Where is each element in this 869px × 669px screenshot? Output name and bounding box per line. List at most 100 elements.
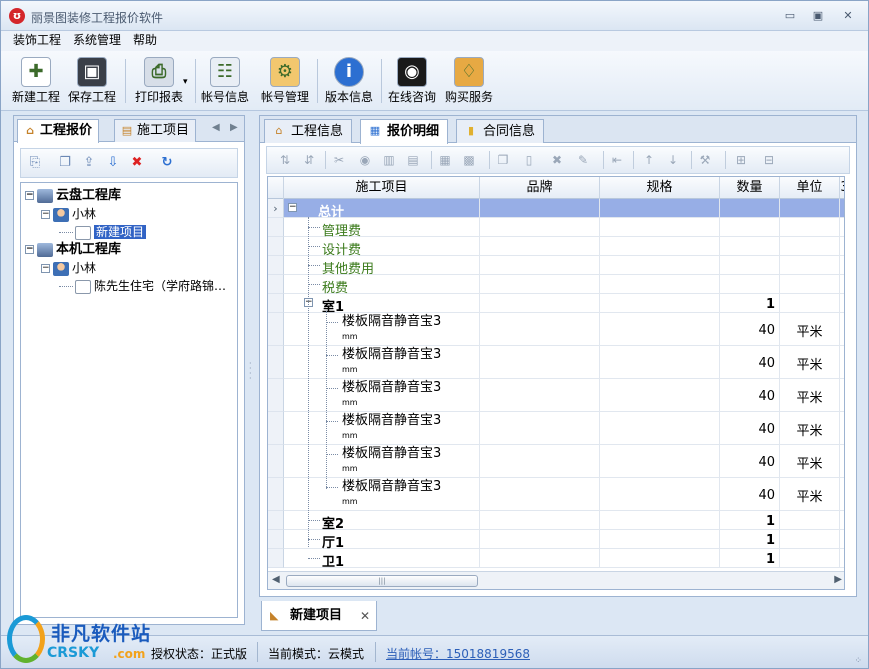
header-brand[interactable]: 品牌 xyxy=(480,177,600,199)
cell-construction-item[interactable]: 楼板隔音静音宝3 mm xyxy=(284,379,480,411)
cell-quantity[interactable] xyxy=(720,256,780,274)
cell-unit[interactable] xyxy=(780,294,840,312)
table-icon[interactable]: ▦ xyxy=(437,152,453,168)
print-dropdown-icon[interactable]: ▾ xyxy=(183,77,188,87)
toolbar-button-account-info[interactable]: ☷ 帐号信息 xyxy=(199,55,251,107)
tab-scroll-right-icon[interactable]: ▶ xyxy=(230,122,238,133)
toolbar-button-qq[interactable]: ◉ 在线咨询 xyxy=(385,55,439,107)
cell-extra[interactable] xyxy=(840,379,844,411)
row-header[interactable] xyxy=(268,445,284,478)
scroll-right-icon[interactable]: ▶ xyxy=(834,574,842,585)
delete-icon[interactable]: ✖ xyxy=(549,152,565,168)
cell-brand[interactable] xyxy=(480,256,600,274)
row-header[interactable] xyxy=(268,346,284,379)
row-header[interactable] xyxy=(268,412,284,445)
table-row[interactable]: − 室1 1 xyxy=(284,294,844,315)
cell-extra[interactable] xyxy=(840,412,844,444)
table-row[interactable]: 卫1 1 xyxy=(284,549,844,570)
cell-spec[interactable] xyxy=(600,549,720,567)
cell-spec[interactable] xyxy=(600,511,720,529)
cell-extra[interactable] xyxy=(840,275,844,293)
cell-unit[interactable] xyxy=(780,218,840,236)
scroll-thumb[interactable]: ||| xyxy=(286,575,478,587)
table-row[interactable]: 楼板隔音静音宝3 mm 40 平米 xyxy=(284,478,844,511)
tools-dropdown-icon[interactable]: ⚒ xyxy=(697,152,713,168)
cell-brand[interactable] xyxy=(480,549,600,567)
toolbar-button-shopping-bag[interactable]: ♢ 购买服务 xyxy=(441,55,497,107)
tab-contract-info[interactable]: ▮ 合同信息 xyxy=(456,119,545,143)
paste-icon[interactable]: ▯ xyxy=(521,152,537,168)
tab-construction-items[interactable]: ▤ 施工项目 xyxy=(114,119,197,142)
cell-spec[interactable] xyxy=(600,445,720,477)
tree-delete-icon[interactable]: ✖ xyxy=(129,155,145,171)
tree-copy-icon[interactable]: ❐ xyxy=(57,155,73,171)
cell-construction-item[interactable]: 楼板隔音静音宝3 mm xyxy=(284,346,480,378)
row-header[interactable] xyxy=(268,511,284,530)
table-row[interactable]: 室2 1 xyxy=(284,511,844,532)
resize-grip-icon[interactable]: ⁘ xyxy=(854,657,862,666)
row-header[interactable] xyxy=(268,478,284,511)
cell-spec[interactable] xyxy=(600,379,720,411)
cell-brand[interactable] xyxy=(480,530,600,548)
tree-download-icon[interactable]: ⇩ xyxy=(105,155,121,171)
expand-all-icon[interactable]: ⊞ xyxy=(733,152,749,168)
cell-unit[interactable]: 平米 xyxy=(780,313,840,345)
move-down-icon[interactable]: ↓ xyxy=(665,152,681,168)
header-unit[interactable]: 单位 xyxy=(780,177,840,199)
cell-unit[interactable]: 平米 xyxy=(780,412,840,444)
cell-unit[interactable]: 平米 xyxy=(780,445,840,477)
cell-quantity[interactable]: 1 xyxy=(720,549,780,567)
table-row[interactable]: − 总计 xyxy=(284,199,844,220)
tree-upload-icon[interactable]: ⇪ xyxy=(81,155,97,171)
cell-quantity[interactable]: 40 xyxy=(720,478,780,510)
row-header[interactable] xyxy=(268,256,284,275)
cell-extra[interactable] xyxy=(840,511,844,529)
cell-extra[interactable] xyxy=(840,256,844,274)
cell-brand[interactable] xyxy=(480,445,600,477)
row-header[interactable]: › xyxy=(268,199,284,218)
table-row[interactable]: 管理费 xyxy=(284,218,844,239)
tree-node-user[interactable]: − 小林 xyxy=(41,259,96,277)
cell-construction-item[interactable]: 设计费 xyxy=(284,237,480,258)
cell-construction-item[interactable]: 卫1 xyxy=(284,549,480,570)
table-row[interactable]: 楼板隔音静音宝3 mm 40 平米 xyxy=(284,445,844,478)
document-tab-close-button[interactable]: ✕ xyxy=(360,601,370,631)
calc-icon[interactable]: ▥ xyxy=(381,152,397,168)
toolbar-button-save[interactable]: ▣ 保存工程 xyxy=(63,55,121,107)
cell-construction-item[interactable]: 楼板隔音静音宝3 mm xyxy=(284,412,480,444)
cut-icon[interactable]: ✂ xyxy=(331,152,347,168)
toolbar-button-info[interactable]: i 版本信息 xyxy=(321,55,377,107)
header-spec[interactable]: 规格 xyxy=(600,177,720,199)
cell-quantity[interactable]: 40 xyxy=(720,379,780,411)
row-header[interactable] xyxy=(268,275,284,294)
cell-construction-item[interactable]: 楼板隔音静音宝3 mm xyxy=(284,445,480,477)
table-row[interactable]: 厅1 1 xyxy=(284,530,844,551)
cell-unit[interactable]: 平米 xyxy=(780,379,840,411)
cell-extra[interactable] xyxy=(840,445,844,477)
cell-extra[interactable] xyxy=(840,218,844,236)
row-header[interactable] xyxy=(268,294,284,313)
cell-quantity[interactable] xyxy=(720,218,780,236)
table-row[interactable]: 设计费 xyxy=(284,237,844,258)
cell-brand[interactable] xyxy=(480,199,600,217)
cell-unit[interactable] xyxy=(780,530,840,548)
header-quantity[interactable]: 数量 xyxy=(720,177,780,199)
cell-construction-item[interactable]: 管理费 xyxy=(284,218,480,239)
document-tab[interactable]: ◣ 新建项目 ✕ xyxy=(261,601,377,631)
row-header[interactable] xyxy=(268,379,284,412)
tree-node-user[interactable]: − 小林 xyxy=(41,205,96,223)
table-row[interactable]: 楼板隔音静音宝3 mm 40 平米 xyxy=(284,379,844,412)
cell-construction-item[interactable]: − 室1 xyxy=(284,294,480,315)
table-row[interactable]: 楼板隔音静音宝3 mm 40 平米 xyxy=(284,412,844,445)
cell-spec[interactable] xyxy=(600,412,720,444)
cell-construction-item[interactable]: 室2 xyxy=(284,511,480,532)
cell-spec[interactable] xyxy=(600,530,720,548)
collapse-toggle-icon[interactable]: − xyxy=(41,264,50,273)
tab-quote-detail[interactable]: ▦ 报价明细 xyxy=(360,119,449,144)
cell-quantity[interactable] xyxy=(720,237,780,255)
menu-system-manage[interactable]: 系统管理 xyxy=(67,31,127,50)
cell-quantity[interactable]: 1 xyxy=(720,511,780,529)
cell-spec[interactable] xyxy=(600,256,720,274)
row-header[interactable] xyxy=(268,530,284,549)
cell-brand[interactable] xyxy=(480,478,600,510)
